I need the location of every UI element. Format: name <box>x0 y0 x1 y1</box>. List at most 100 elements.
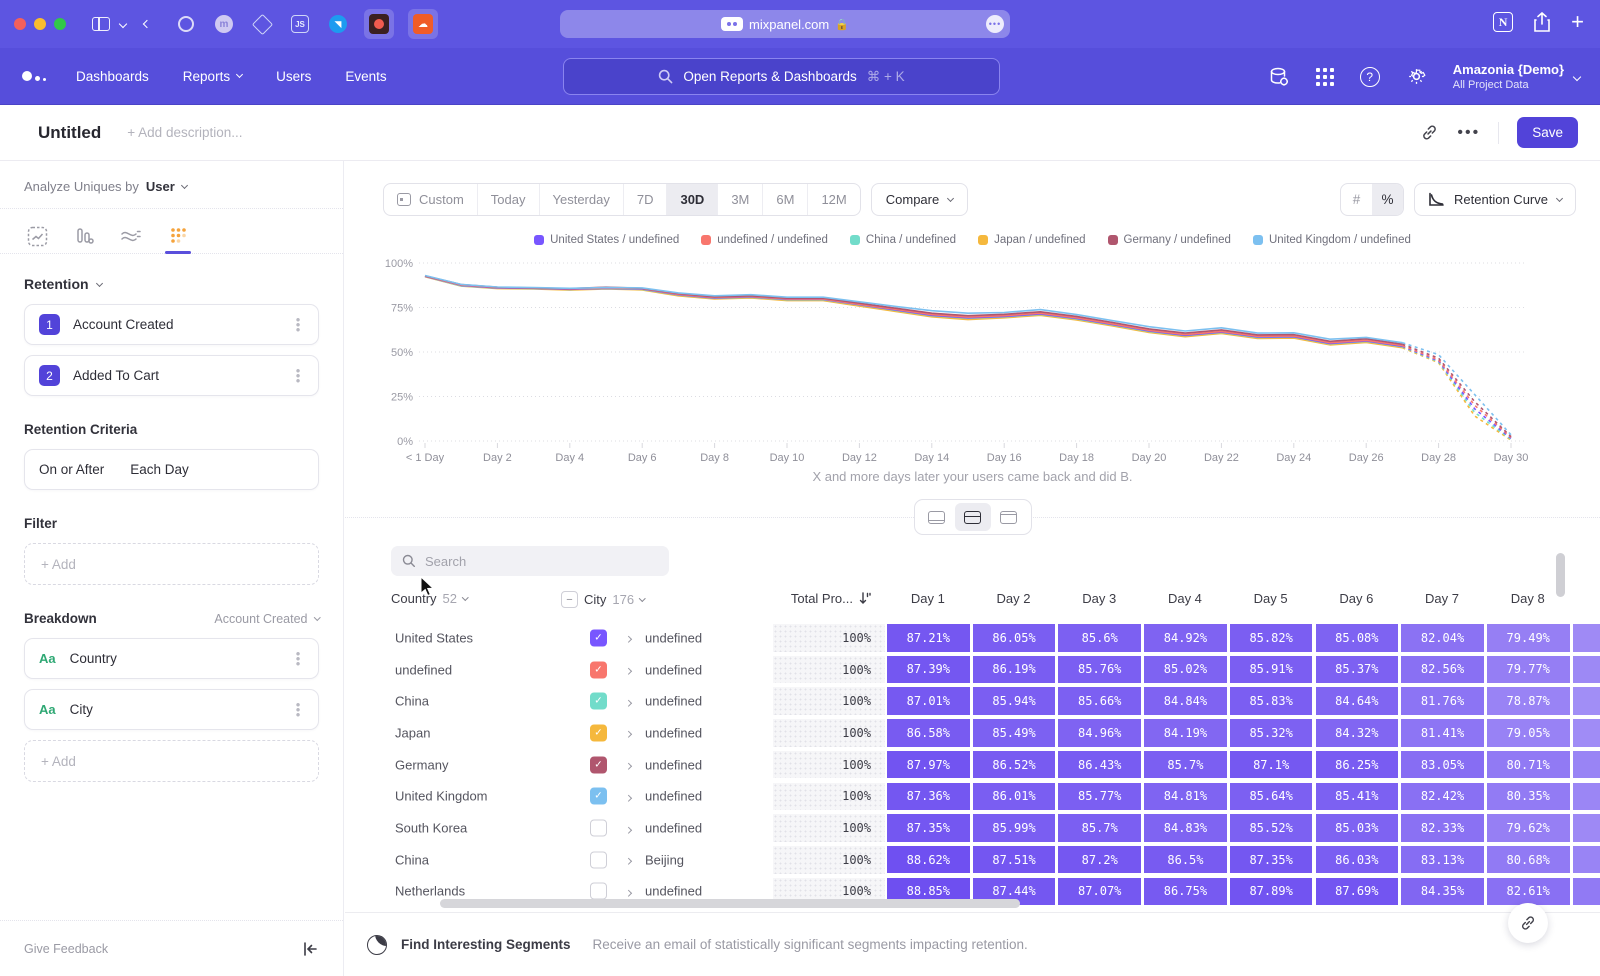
settings-gear-icon[interactable] <box>1406 66 1427 87</box>
retention-cell[interactable]: 84.84% <box>1144 687 1227 715</box>
chart-type-dropdown[interactable]: Retention Curve <box>1414 183 1576 216</box>
retention-cell[interactable]: 87.1% <box>1230 751 1313 779</box>
data-management-icon[interactable] <box>1268 66 1290 88</box>
day-column-header[interactable]: Day 3 <box>1058 591 1140 606</box>
retention-cell[interactable]: 85.64% <box>1230 783 1313 811</box>
row-country-label[interactable]: Netherlands <box>395 884 465 899</box>
global-search-button[interactable]: Open Reports & Dashboards ⌘ + K <box>563 58 1000 95</box>
extension-cube-icon[interactable] <box>250 12 274 36</box>
retention-cell[interactable]: 80.35% <box>1487 783 1570 811</box>
retention-cell[interactable]: 87.07% <box>1058 878 1141 906</box>
row-country-label[interactable]: Germany <box>395 757 448 772</box>
retention-cell[interactable]: 87.35% <box>887 814 970 842</box>
legend-item[interactable]: China / undefined <box>850 234 956 246</box>
row-checkbox[interactable]: ✓ <box>590 629 607 646</box>
row-checkbox[interactable]: ✓ <box>590 756 607 773</box>
retention-cell[interactable]: 85.02% <box>1144 656 1227 684</box>
range-12m[interactable]: 12M <box>808 184 859 215</box>
view-split-button[interactable] <box>955 503 991 531</box>
row-city-label[interactable]: undefined <box>645 789 702 804</box>
row-country-label[interactable]: China <box>395 694 429 709</box>
retention-cell[interactable]: 84.19% <box>1144 719 1227 747</box>
chevron-down-icon[interactable] <box>119 20 127 28</box>
retention-cell[interactable]: 87.39% <box>887 656 970 684</box>
retention-cell[interactable]: 87.89% <box>1230 878 1313 906</box>
retention-cell[interactable]: 80.68% <box>1487 846 1570 874</box>
retention-cell[interactable]: 87.01% <box>887 687 970 715</box>
kebab-menu-icon[interactable]: ••• <box>292 651 304 666</box>
retention-step-2[interactable]: 2 Added To Cart ••• <box>24 355 319 396</box>
day-column-header[interactable]: Day 5 <box>1230 591 1312 606</box>
row-checkbox[interactable]: ✓ <box>590 724 607 741</box>
range-yesterday[interactable]: Yesterday <box>540 184 624 215</box>
retention-cell[interactable]: 83.13% <box>1401 846 1484 874</box>
retention-cell[interactable]: 86.43% <box>1058 751 1141 779</box>
select-all-checkbox[interactable]: − <box>561 591 578 608</box>
retention-cell[interactable]: 82.42% <box>1401 783 1484 811</box>
save-button[interactable]: Save <box>1517 117 1578 148</box>
retention-cell[interactable]: 85.37% <box>1316 656 1399 684</box>
retention-cell[interactable]: 79.05% <box>1487 719 1570 747</box>
row-checkbox[interactable]: ✓ <box>590 661 607 678</box>
retention-cell[interactable]: 87.97% <box>887 751 970 779</box>
retention-cell[interactable]: 85.49% <box>973 719 1056 747</box>
retention-cell[interactable]: 79.49% <box>1487 624 1570 652</box>
retention-step-1[interactable]: 1 Account Created ••• <box>24 304 319 345</box>
retention-cell[interactable]: 85.94% <box>973 687 1056 715</box>
row-city-label[interactable]: undefined <box>645 821 702 836</box>
retention-cell[interactable]: 85.32% <box>1230 719 1313 747</box>
retention-cell[interactable]: 85.7% <box>1144 751 1227 779</box>
floating-share-button[interactable] <box>1508 903 1548 943</box>
add-breakdown-button[interactable]: + Add <box>24 740 319 782</box>
range-6m[interactable]: 6M <box>763 184 808 215</box>
row-country-label[interactable]: undefined <box>395 662 452 677</box>
retention-cell[interactable]: 81.76% <box>1401 687 1484 715</box>
legend-item[interactable]: United Kingdom / undefined <box>1253 234 1411 246</box>
close-window-button[interactable] <box>14 18 26 30</box>
retention-cell[interactable]: 85.99% <box>973 814 1056 842</box>
legend-item[interactable]: United States / undefined <box>534 234 679 246</box>
expand-row-icon[interactable] <box>626 819 631 837</box>
retention-cell[interactable]: 85.76% <box>1058 656 1141 684</box>
row-checkbox[interactable] <box>590 851 607 868</box>
vertical-scrollbar[interactable] <box>1556 553 1565 597</box>
address-bar[interactable]: mixpanel.com 🔒 ••• <box>560 10 1010 38</box>
row-checkbox[interactable]: ✓ <box>590 693 607 710</box>
tab-flows[interactable] <box>118 219 144 253</box>
apps-grid-icon[interactable] <box>1316 68 1334 86</box>
range-3m[interactable]: 3M <box>718 184 763 215</box>
nav-item-users[interactable]: Users <box>276 69 311 84</box>
row-city-label[interactable]: undefined <box>645 694 702 709</box>
project-selector[interactable]: Amazonia {Demo} All Project Data <box>1453 62 1580 91</box>
extension-ring-icon[interactable] <box>174 12 198 36</box>
row-checkbox[interactable]: ✓ <box>590 788 607 805</box>
retention-section-title[interactable]: Retention <box>24 276 89 292</box>
retention-cell[interactable]: 87.69% <box>1316 878 1399 906</box>
retention-cell[interactable]: 85.77% <box>1058 783 1141 811</box>
mixpanel-logo[interactable] <box>22 71 46 81</box>
range-30d[interactable]: 30D <box>667 184 718 215</box>
notion-icon[interactable]: N <box>1493 12 1513 32</box>
row-country-label[interactable]: China <box>395 852 429 867</box>
url-more-icon[interactable]: ••• <box>986 15 1004 33</box>
retention-cell[interactable]: 85.82% <box>1230 624 1313 652</box>
back-icon[interactable] <box>143 20 151 28</box>
expand-row-icon[interactable] <box>626 882 631 900</box>
total-column-header[interactable]: Total Pro... <box>775 591 871 606</box>
row-checkbox[interactable] <box>590 820 607 837</box>
retention-cell[interactable]: 84.83% <box>1144 814 1227 842</box>
retention-cell[interactable]: 82.56% <box>1401 656 1484 684</box>
breakdown-city[interactable]: Aa City ••• <box>24 689 319 730</box>
extension-record-icon[interactable] <box>364 9 394 39</box>
breakdown-country[interactable]: Aa Country ••• <box>24 638 319 679</box>
retention-cell[interactable]: 85.41% <box>1316 783 1399 811</box>
retention-cell[interactable]: 86.19% <box>973 656 1056 684</box>
expand-row-icon[interactable] <box>626 692 631 710</box>
retention-cell[interactable]: 82.33% <box>1401 814 1484 842</box>
legend-item[interactable]: Japan / undefined <box>978 234 1085 246</box>
range-custom[interactable]: Custom <box>384 184 478 215</box>
more-options-icon[interactable]: ••• <box>1457 124 1480 142</box>
row-checkbox[interactable] <box>590 883 607 900</box>
retention-cell[interactable]: 85.83% <box>1230 687 1313 715</box>
retention-cell[interactable]: 84.81% <box>1144 783 1227 811</box>
